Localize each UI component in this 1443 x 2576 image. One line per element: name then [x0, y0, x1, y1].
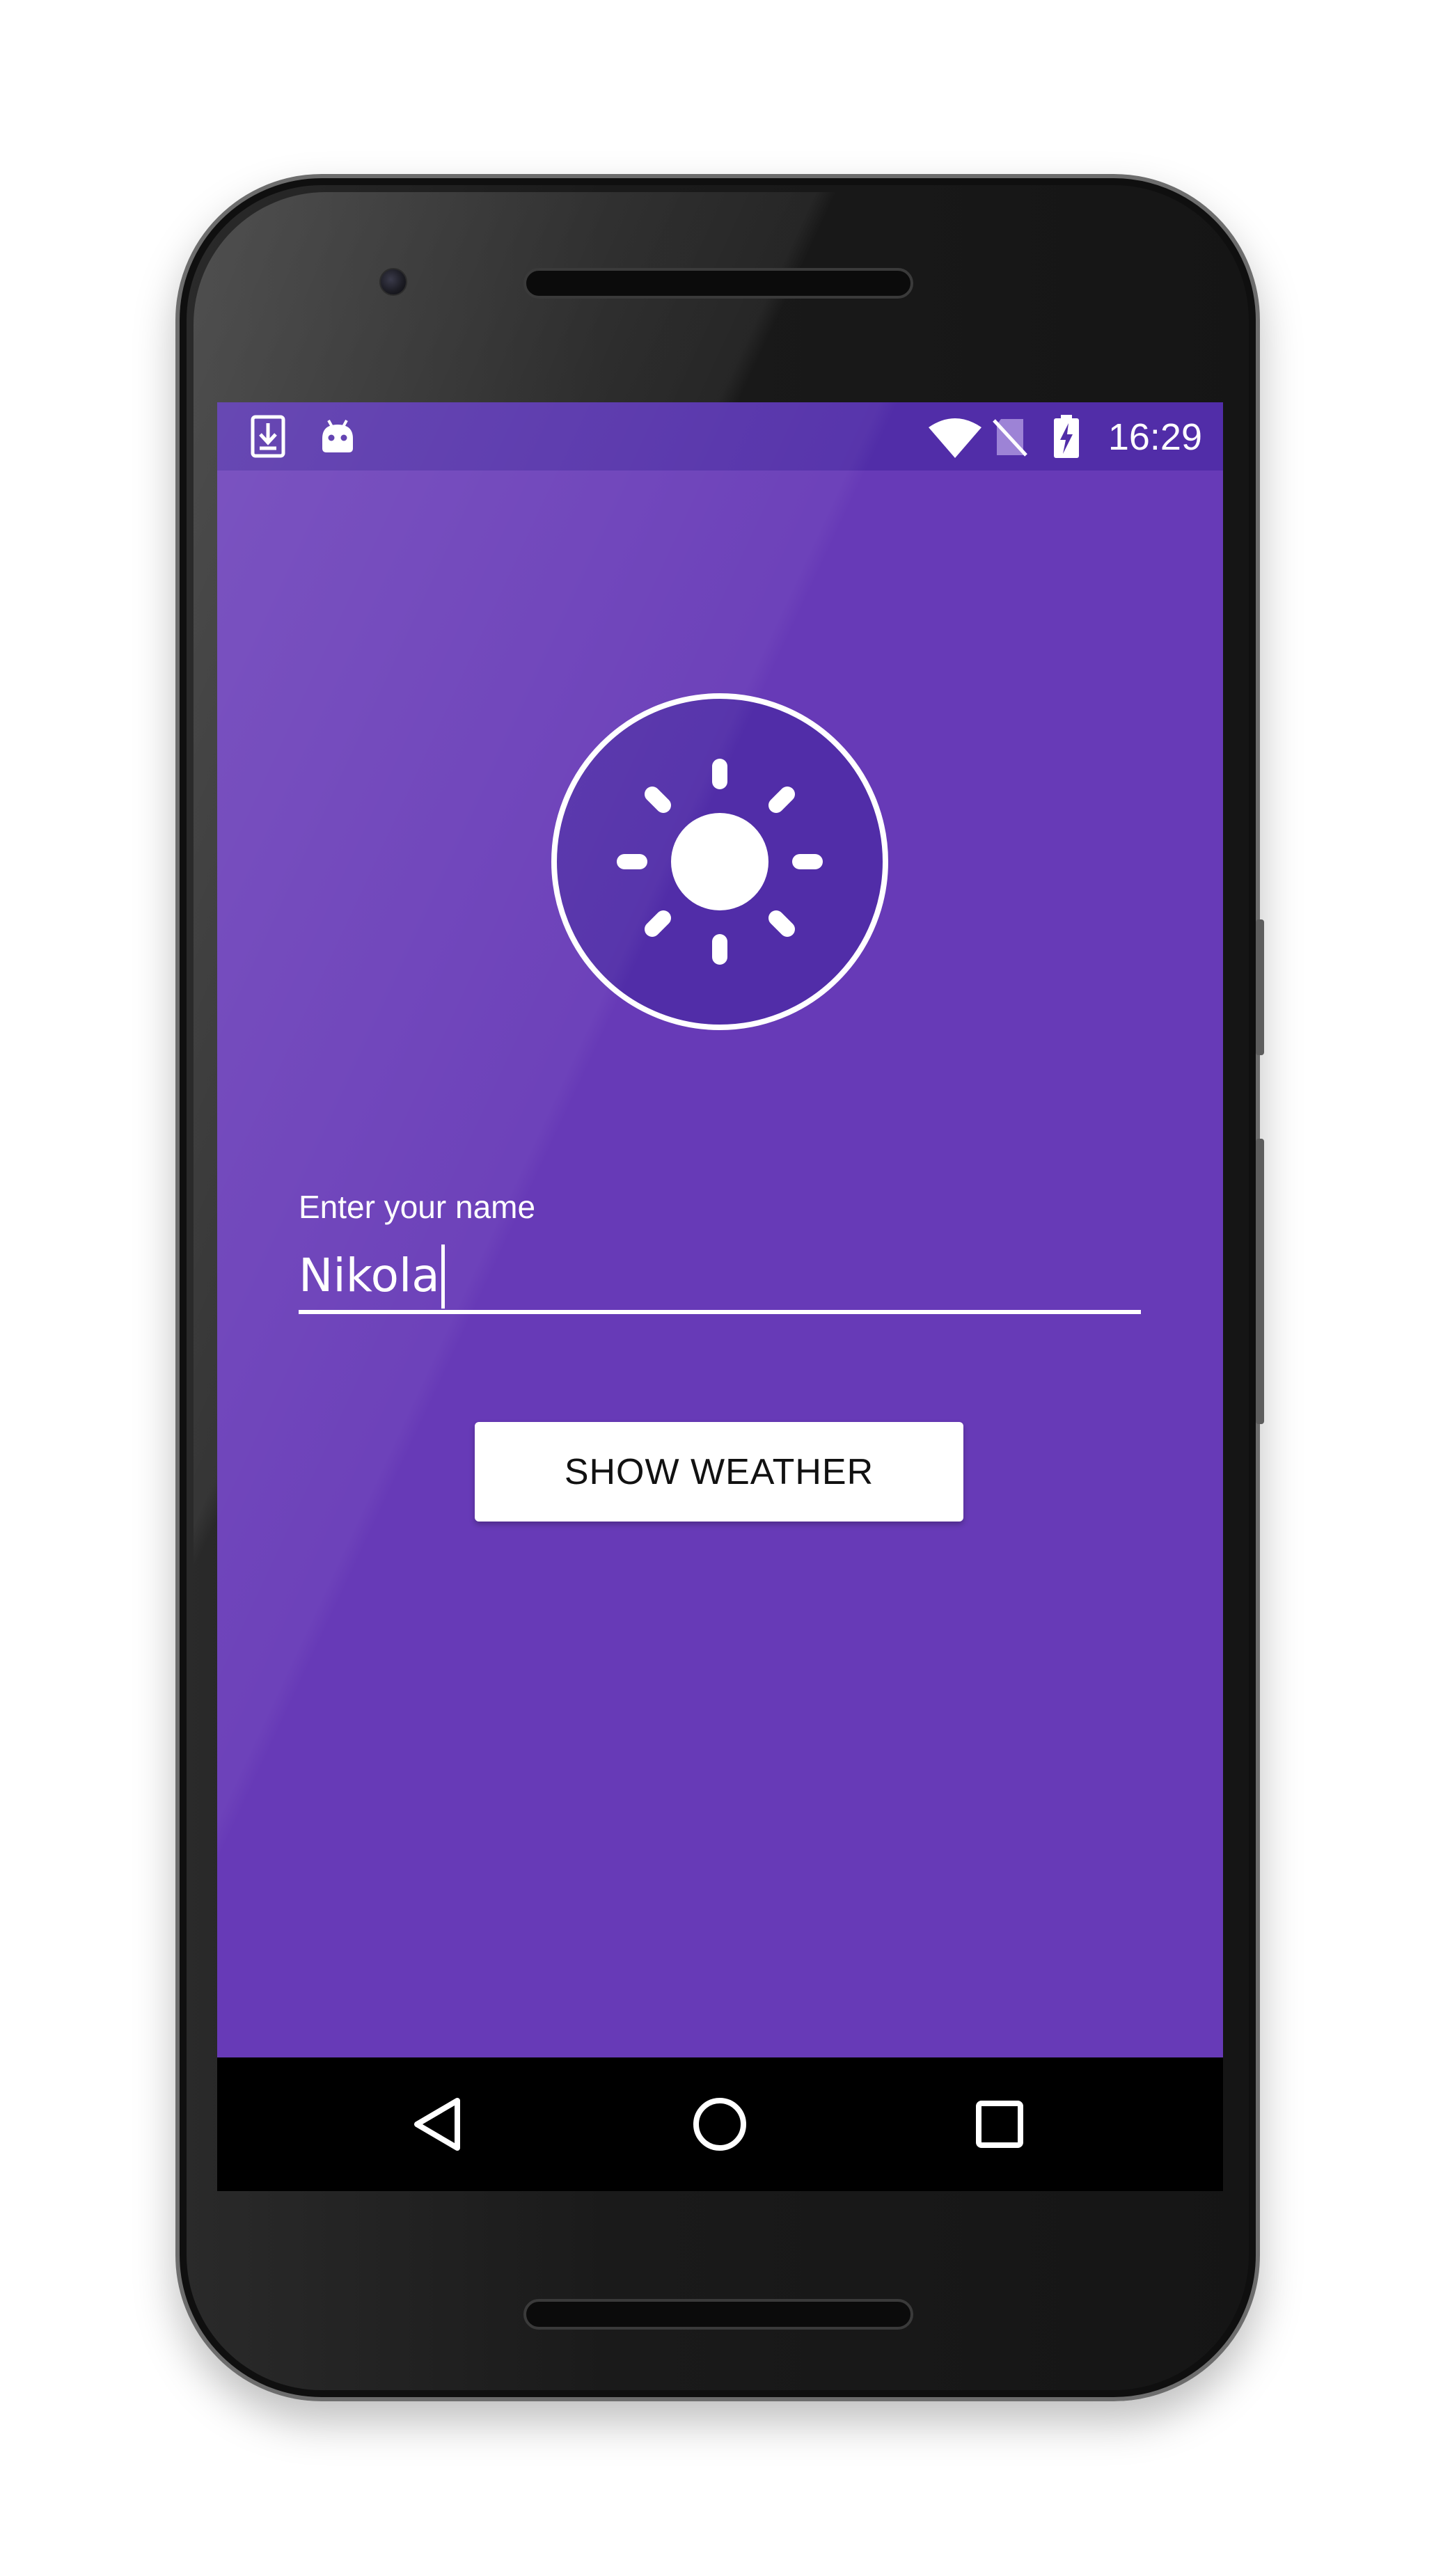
navigation-bar: [217, 2057, 1223, 2191]
volume-button: [1256, 919, 1264, 1055]
download-icon: [251, 415, 285, 461]
battery-charging-icon: [1052, 413, 1080, 462]
recents-icon[interactable]: [968, 2092, 1032, 2156]
show-weather-button[interactable]: SHOW WEATHER: [475, 1422, 963, 1522]
app-screen: 16:29 Enter your name Nikola SHOW WEATHE…: [217, 402, 1223, 2191]
wifi-icon: [927, 418, 983, 462]
power-button: [1256, 1139, 1264, 1424]
bottom-speaker: [523, 2299, 913, 2330]
front-camera: [379, 268, 407, 296]
home-icon[interactable]: [688, 2092, 752, 2156]
text-cursor: [441, 1244, 445, 1309]
status-bar: 16:29: [217, 402, 1223, 471]
no-sim-icon: [991, 416, 1029, 461]
top-speaker: [523, 268, 913, 299]
android-icon: [319, 418, 356, 458]
name-field-label: Enter your name: [299, 1189, 536, 1225]
back-icon[interactable]: [407, 2092, 471, 2156]
status-time: 16:29: [1107, 416, 1202, 458]
sun-icon: [551, 693, 888, 1030]
name-input[interactable]: Nikola: [299, 1244, 1141, 1314]
name-input-value[interactable]: Nikola: [299, 1244, 445, 1309]
